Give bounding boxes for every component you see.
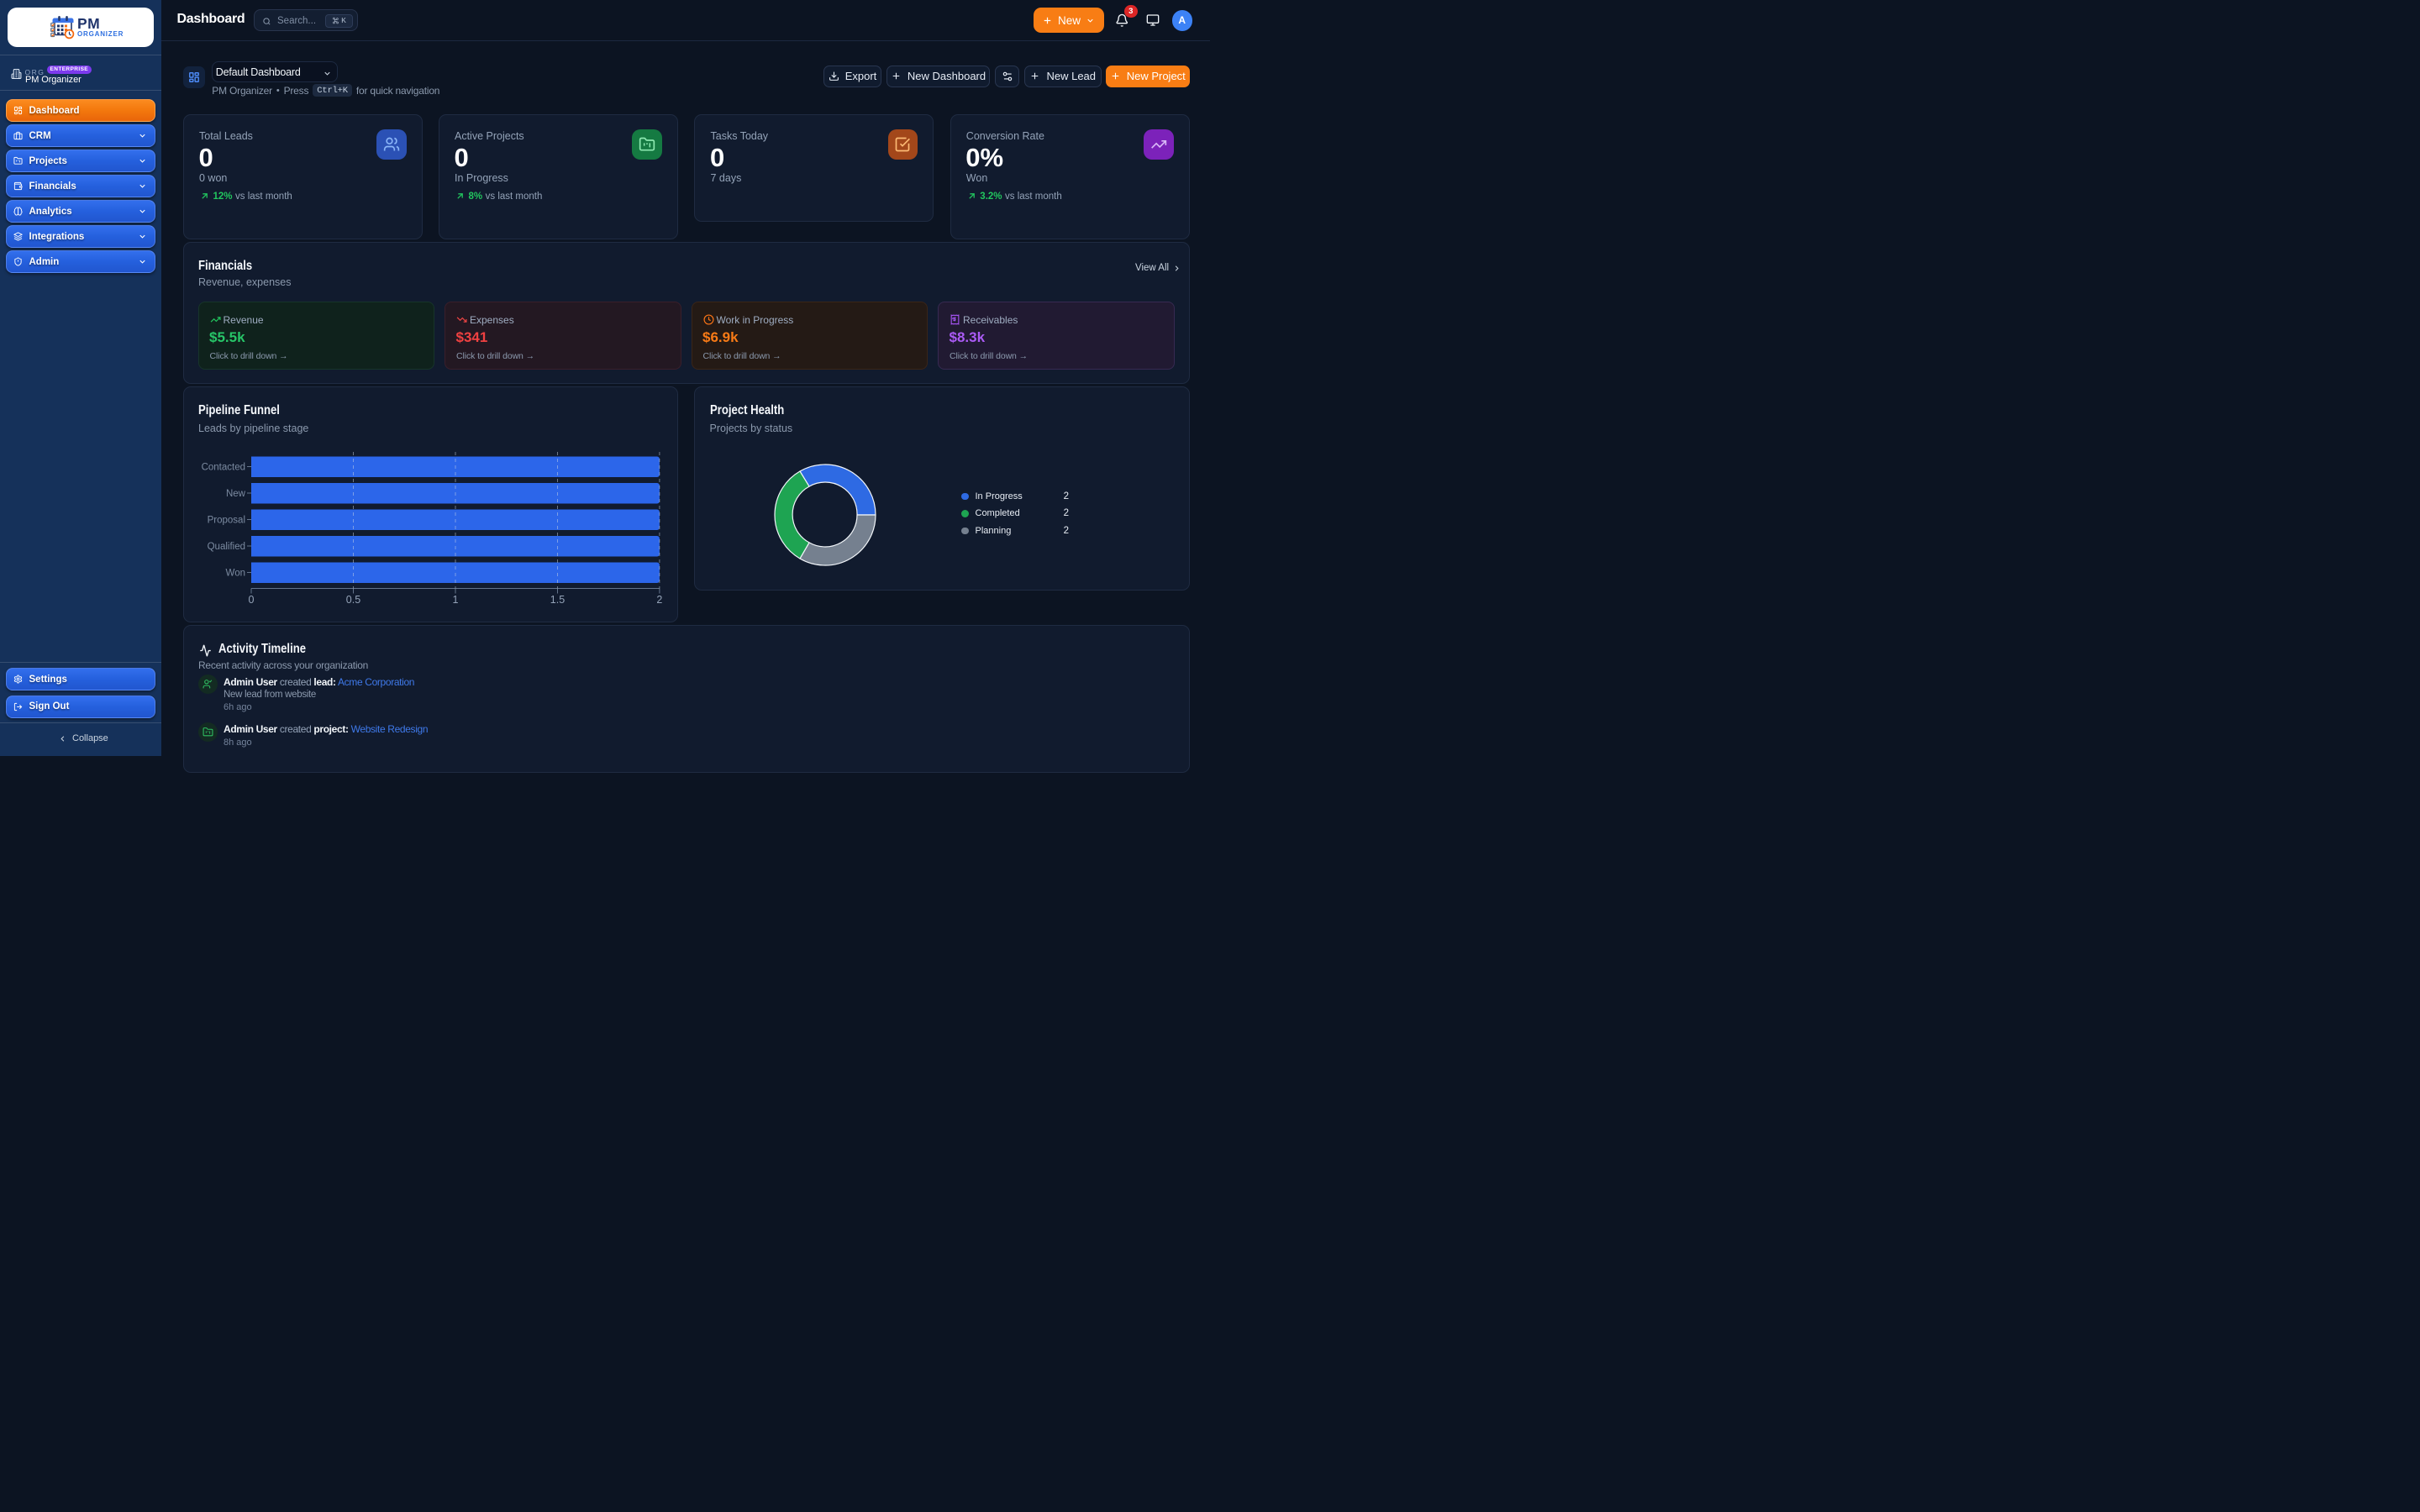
svg-text:0: 0 [248, 594, 254, 606]
svg-text:Won: Won [225, 568, 245, 578]
svg-text:0.5: 0.5 [345, 594, 360, 606]
svg-text:1: 1 [452, 594, 458, 606]
svg-text:2: 2 [656, 594, 662, 606]
svg-text:Contacted: Contacted [201, 462, 245, 472]
svg-text:1.5: 1.5 [550, 594, 564, 606]
svg-text:Proposal: Proposal [207, 515, 245, 525]
svg-text:Qualified: Qualified [207, 542, 245, 552]
svg-text:New: New [225, 489, 245, 499]
